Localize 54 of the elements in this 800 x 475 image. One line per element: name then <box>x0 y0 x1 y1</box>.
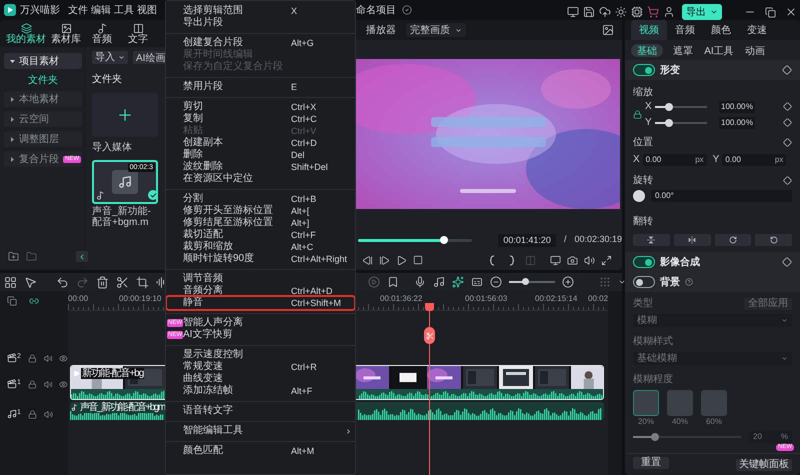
field-label: Y <box>645 116 651 130</box>
ruler-time: 00:01:36:22 <box>380 293 422 305</box>
ruler-time: 00:02 <box>588 293 608 305</box>
shortcut: Ctrl+V <box>291 125 316 137</box>
clip-name: 声音_新功能-配音+bgm <box>79 402 166 413</box>
shortcut: Alt+C <box>291 241 314 253</box>
section-title: 影像合成 <box>660 256 700 270</box>
player-label: 播放器 <box>366 24 396 38</box>
preset-label: 60% <box>706 417 722 426</box>
ruler-time: 00:02:15:14 <box>535 293 578 305</box>
field-label: 模糊样式 <box>633 334 674 349</box>
field-label: 模糊程度 <box>633 372 674 387</box>
shortcut: Ctrl+X <box>291 101 316 113</box>
shortcut: Ctrl+B <box>291 193 316 205</box>
section-title: 背景 <box>660 276 680 290</box>
field-label: X <box>633 153 640 167</box>
field-label: Y <box>712 153 720 167</box>
app-name: 万兴喵影 <box>20 4 60 18</box>
field-label: 位置 <box>633 136 653 150</box>
field-label: X <box>645 100 651 114</box>
shortcut: Alt+] <box>291 217 310 229</box>
clip-name: 声音_新功能-配音+bgm.m <box>92 206 152 228</box>
clip-name: 新功能-配音+bg <box>81 368 144 379</box>
time-divider: / <box>564 233 566 246</box>
shortcut: X <box>291 5 298 17</box>
shortcut: Del <box>291 149 305 161</box>
ruler-time: 00:00:19:10 <box>119 293 162 305</box>
section-title: 形变 <box>660 63 680 78</box>
shortcut: Shift+Del <box>291 161 328 173</box>
shortcut: Ctrl+D <box>291 137 317 149</box>
ruler-time: 00:00 <box>68 293 88 305</box>
shortcut: Ctrl+Shift+M <box>291 297 342 309</box>
shortcut: Ctrl+Alt+Right <box>291 253 348 265</box>
field-label: 旋转 <box>633 174 653 188</box>
shortcut: Alt+G <box>291 37 314 49</box>
shortcut: Alt+F <box>291 385 312 397</box>
total-time: 00:02:30:19 <box>574 233 622 246</box>
field-label: 类型 <box>633 296 653 311</box>
shortcut: E <box>291 81 298 93</box>
shortcut: Ctrl+F <box>291 229 316 241</box>
shortcut: Ctrl+R <box>291 361 317 373</box>
ruler-time: 00:01:56:03 <box>465 293 508 305</box>
field-label: 翻转 <box>633 216 653 227</box>
preset-label: 20% <box>638 417 654 426</box>
shortcut: Ctrl+Alt+D <box>291 285 333 297</box>
current-time: 00:01:41:20 <box>498 234 556 246</box>
shortcut: Alt+M <box>291 445 314 457</box>
shortcut: Ctrl+C <box>291 113 317 125</box>
project-name: 命名项目 <box>356 4 396 18</box>
field-label: 缩放 <box>633 86 654 100</box>
shortcut: Alt+[ <box>291 205 310 217</box>
preset-label: 40% <box>672 417 688 426</box>
tile-label: 导入媒体 <box>92 140 132 155</box>
folder-title: 文件夹 <box>92 72 122 87</box>
